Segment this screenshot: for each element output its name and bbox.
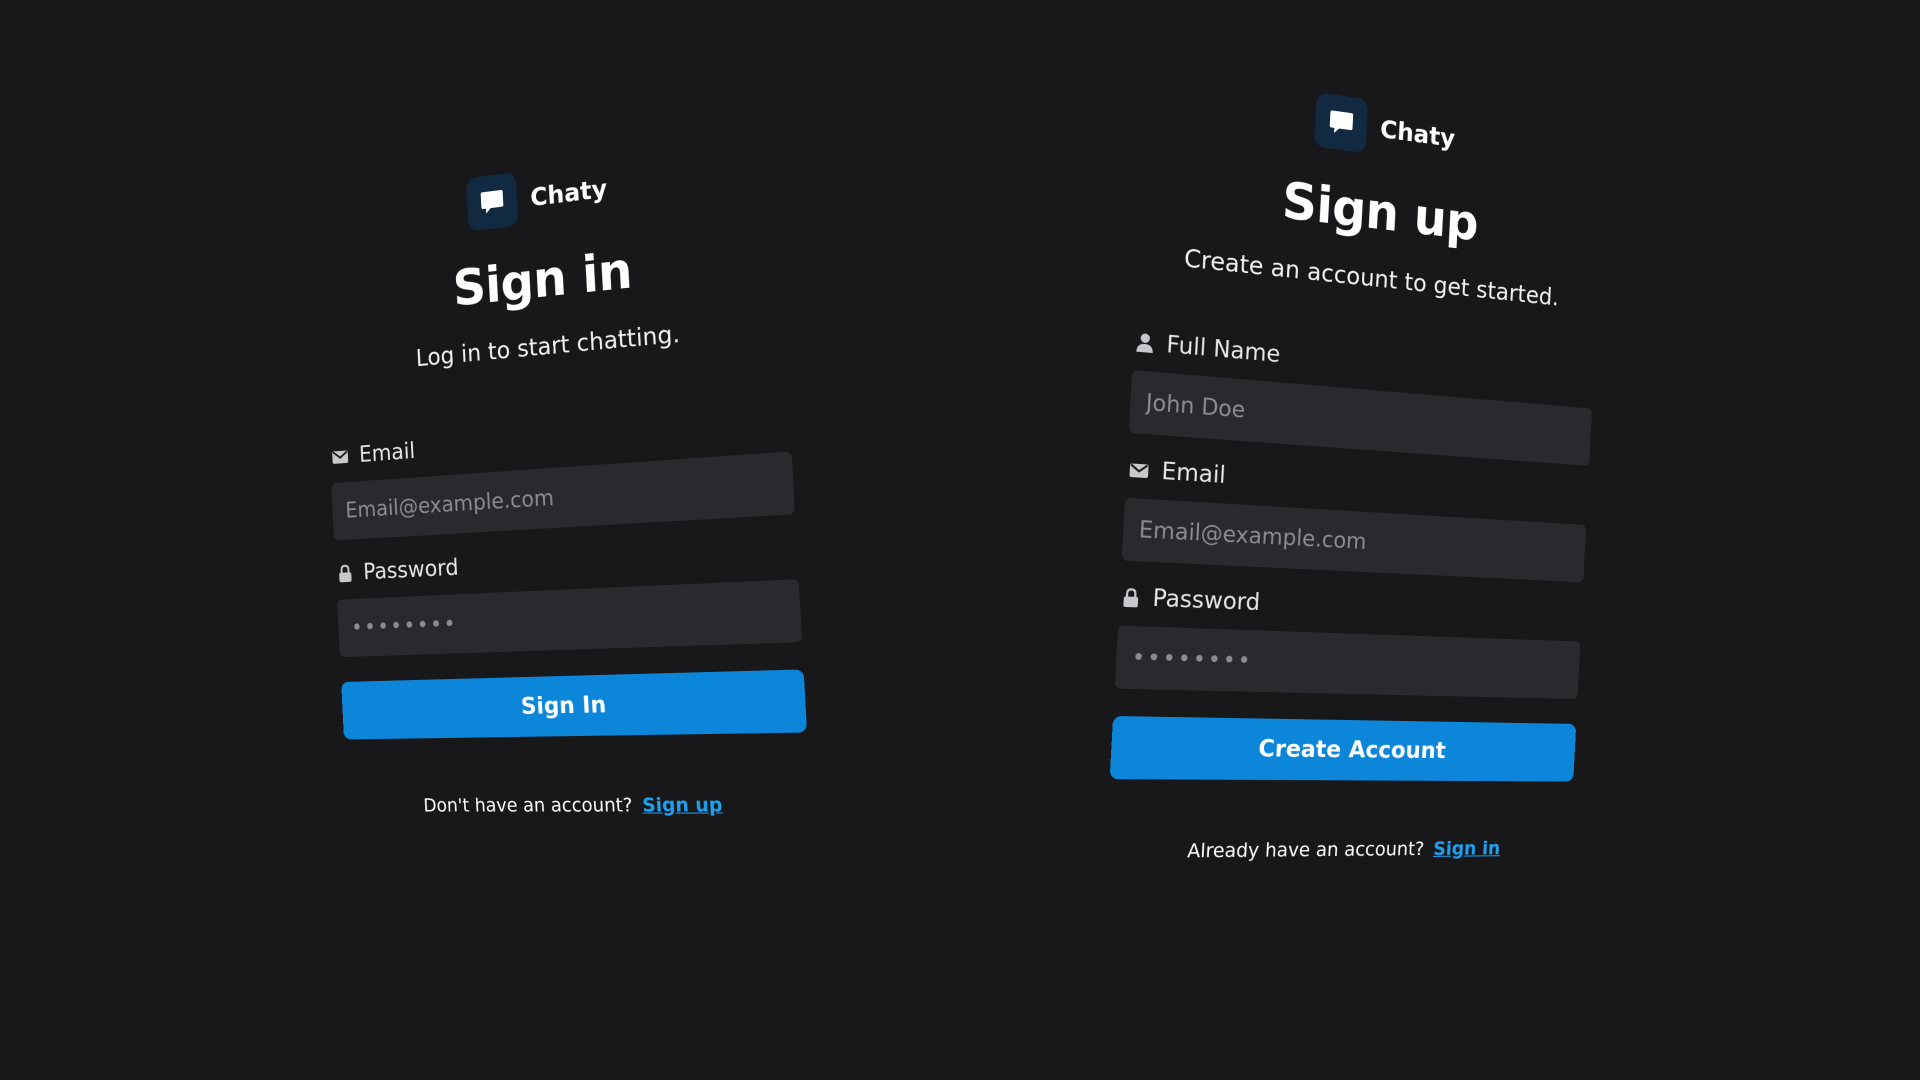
envelope-icon: [331, 448, 349, 465]
brand-name: Chaty: [1379, 113, 1456, 153]
signup-prompt-text: Don't have an account?: [422, 794, 634, 817]
create-account-button[interactable]: Create Account: [1109, 715, 1577, 782]
brand: Chaty: [466, 161, 608, 232]
brand-name: Chaty: [529, 173, 608, 212]
signin-form: Email Password Sign In: [329, 410, 808, 740]
password-input[interactable]: [1114, 625, 1581, 700]
password-label-text: Password: [1151, 585, 1261, 617]
brand: Chaty: [1314, 92, 1457, 165]
password-label: Password: [1121, 584, 1582, 628]
page-subtitle: Create an account to get started.: [1183, 243, 1560, 312]
signup-link[interactable]: Sign up: [642, 794, 723, 817]
page-title: Sign in: [451, 240, 634, 318]
page-title: Sign up: [1280, 170, 1480, 252]
signin-prompt: Already have an account? Sign in: [1187, 838, 1501, 863]
signin-link[interactable]: Sign in: [1433, 838, 1501, 860]
email-label-text: Email: [358, 438, 416, 468]
envelope-icon: [1128, 461, 1149, 479]
signup-form: Full Name Email: [1109, 328, 1594, 782]
signin-card: Chaty Sign in Log in to start chatting. …: [317, 139, 812, 817]
lock-icon: [337, 563, 353, 583]
full-name-label-text: Full Name: [1165, 331, 1281, 369]
signin-prompt-text: Already have an account?: [1186, 838, 1425, 863]
chat-bubble-icon: [1314, 92, 1369, 154]
password-field-group: Password: [1114, 584, 1583, 700]
email-field-group: Email: [329, 410, 796, 541]
password-label: Password: [337, 537, 798, 586]
email-label-text: Email: [1160, 458, 1227, 490]
full-name-field-group: Full Name: [1128, 328, 1594, 466]
chat-bubble-icon: [466, 172, 519, 232]
password-input[interactable]: [337, 579, 803, 658]
page-subtitle: Log in to start chatting.: [415, 319, 681, 373]
email-input[interactable]: [1121, 497, 1587, 583]
auth-stage: Chaty Sign in Log in to start chatting. …: [0, 0, 1920, 1080]
sign-in-button[interactable]: Sign In: [341, 669, 808, 740]
user-icon: [1135, 332, 1155, 354]
lock-icon: [1121, 587, 1141, 609]
password-field-group: Password: [335, 537, 803, 658]
email-field-group: Email: [1121, 456, 1588, 583]
password-label-text: Password: [362, 555, 460, 586]
signup-prompt: Don't have an account? Sign up: [423, 794, 723, 817]
signup-card: Chaty Sign up Create an account to get s…: [1105, 68, 1606, 863]
